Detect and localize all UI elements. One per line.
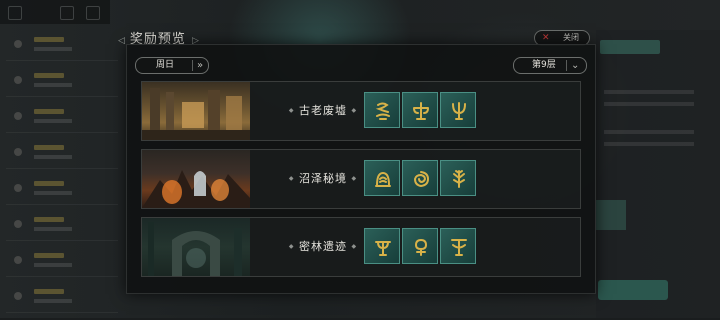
dungeon-name-text: 古老废墟 — [299, 104, 347, 117]
background-list-item — [6, 102, 118, 133]
close-label: 关闭 — [563, 33, 579, 42]
floor-selector[interactable]: 第9层 ⌄ — [513, 57, 587, 74]
background-list — [0, 30, 120, 320]
background-list-item — [6, 66, 118, 97]
balance-rune-icon[interactable] — [402, 92, 438, 128]
fork-rune-icon[interactable] — [364, 228, 400, 264]
dungeon-row[interactable]: ◆ 古老废墟 ◆ — [141, 81, 581, 141]
dungeon-name-text: 沼泽秘境 — [299, 172, 347, 185]
dungeon-name: ◆ 古老废墟 ◆ — [288, 104, 358, 117]
floor-selector-value: 第9层 — [532, 60, 556, 70]
reward-preview-panel: 周日 » 第9层 ⌄ ◆ 古老废墟 ◆ ◆ 沼泽秘境 ◆ ◆ 密林遗迹 ◆ — [126, 44, 596, 294]
arch-rune-icon[interactable] — [364, 160, 400, 196]
dungeon-row[interactable]: ◆ 密林遗迹 ◆ — [141, 217, 581, 277]
background-list-item — [6, 138, 118, 169]
trident-rune-icon[interactable] — [440, 92, 476, 128]
curl-rune-icon[interactable] — [364, 92, 400, 128]
dungeon-image-swamp — [142, 150, 250, 208]
dungeon-image-ruins — [142, 82, 250, 140]
background-list-item — [6, 210, 118, 241]
background-list-item — [6, 246, 118, 277]
chevron-right-icon: » — [197, 60, 204, 71]
title-left-arrow-icon: ◁ — [118, 36, 126, 46]
dungeon-image-jungle — [142, 218, 250, 276]
branch-rune-icon[interactable] — [440, 160, 476, 196]
spiral-rune-icon[interactable] — [402, 160, 438, 196]
day-selector[interactable]: 周日 » — [135, 57, 209, 74]
bulb-rune-icon[interactable] — [402, 228, 438, 264]
day-selector-value: 周日 — [156, 60, 175, 70]
background-list-item — [6, 174, 118, 205]
close-icon: ✕ — [542, 33, 550, 43]
anchor-rune-icon[interactable] — [440, 228, 476, 264]
dungeon-name-text: 密林遗迹 — [299, 240, 347, 253]
background-list-item — [6, 30, 118, 61]
background-list-item — [6, 282, 118, 313]
dungeon-row[interactable]: ◆ 沼泽秘境 ◆ — [141, 149, 581, 209]
selector-divider — [566, 60, 567, 71]
chevron-down-icon: ⌄ — [571, 60, 580, 71]
background-top-bar — [0, 0, 110, 24]
dungeon-name: ◆ 沼泽秘境 ◆ — [288, 172, 358, 185]
background-detail-panel — [596, 30, 720, 318]
dungeon-name: ◆ 密林遗迹 ◆ — [288, 240, 358, 253]
selector-divider — [192, 60, 193, 71]
